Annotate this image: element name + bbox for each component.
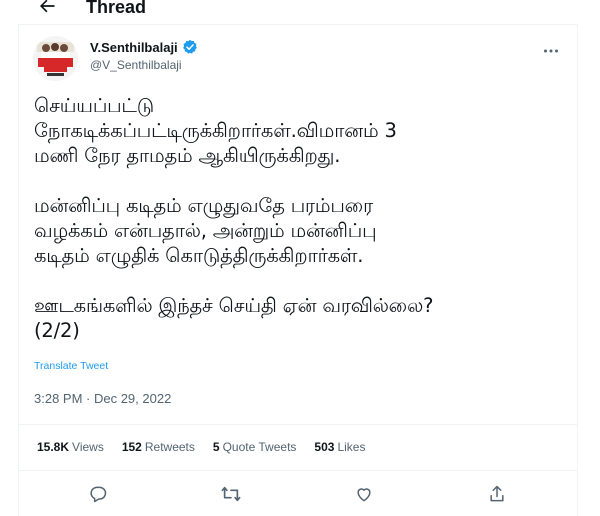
tweet-line: மணி நேர தாமதம் ஆகியிருக்கிறது. [34,144,341,167]
quote-tweets-stat[interactable]: 5 Quote Tweets [213,440,297,454]
tweet-actions [18,480,578,510]
views-label: Views [72,440,104,454]
more-horizontal-icon [543,39,559,58]
retweets-count: 152 [121,440,142,454]
likes-count: 503 [314,440,335,454]
share-icon [487,484,507,508]
tweet-timestamp[interactable]: 3:28 PM · Dec 29, 2022 [34,391,171,406]
views-count: 15.8K [37,440,70,454]
like-icon [354,484,374,508]
divider [18,424,578,425]
tweet-line: மன்னிப்பு கடிதம் எழுதுவதே பரம்பரை [34,194,374,217]
page-title: Thread [86,0,147,17]
author-name-text[interactable]: V.Senthilbalaji [90,40,178,55]
author-handle[interactable]: @V_Senthilbalaji [90,58,182,72]
tweet-line: ஊடகங்களில் இந்தச் செய்தி ஏன் வரவில்லை? [34,294,434,317]
views-stat[interactable]: 15.8K Views [37,440,104,454]
quotes-count: 5 [212,440,220,454]
tweet-line: வழக்கம் என்பதால், அன்றும் மன்னிப்பு [34,219,377,242]
translate-tweet-link[interactable]: Translate Tweet [34,360,108,372]
reply-icon [88,484,108,508]
likes-label: Likes [337,440,366,454]
back-button[interactable] [32,0,62,22]
retweets-stat[interactable]: 152 Retweets [122,440,195,454]
retweet-icon [220,484,242,508]
like-button[interactable] [350,484,378,510]
arrow-left-icon [37,0,57,20]
quotes-label: Quote Tweets [222,440,297,454]
retweets-label: Retweets [144,440,195,454]
tweet-line: செய்யப்பட்டு [34,94,154,117]
likes-stat[interactable]: 503 Likes [314,440,365,454]
tweet-line: (2/2) [34,319,80,342]
thread-header: Thread [18,0,578,25]
tweet-line: கடிதம் எழுதிக் கொடுத்திருக்கிறார்கள். [34,244,364,267]
retweet-button[interactable] [217,484,245,510]
divider [18,470,578,471]
avatar[interactable] [33,36,78,81]
tweet-text: செய்யப்பட்டு நோகடிக்கப்பட்டிருக்கிறார்கள… [34,93,574,343]
verified-badge-icon [182,39,198,55]
author-name[interactable]: V.Senthilbalaji [90,39,198,55]
tweet-stats: 15.8K Views 152 Retweets 5 Quote Tweets 503… [37,440,383,454]
more-options-button[interactable] [539,38,563,58]
reply-button[interactable] [84,484,112,510]
tweet-line: நோகடிக்கப்பட்டிருக்கிறார்கள்.விமானம் 3 [34,119,397,142]
share-button[interactable] [483,484,511,510]
